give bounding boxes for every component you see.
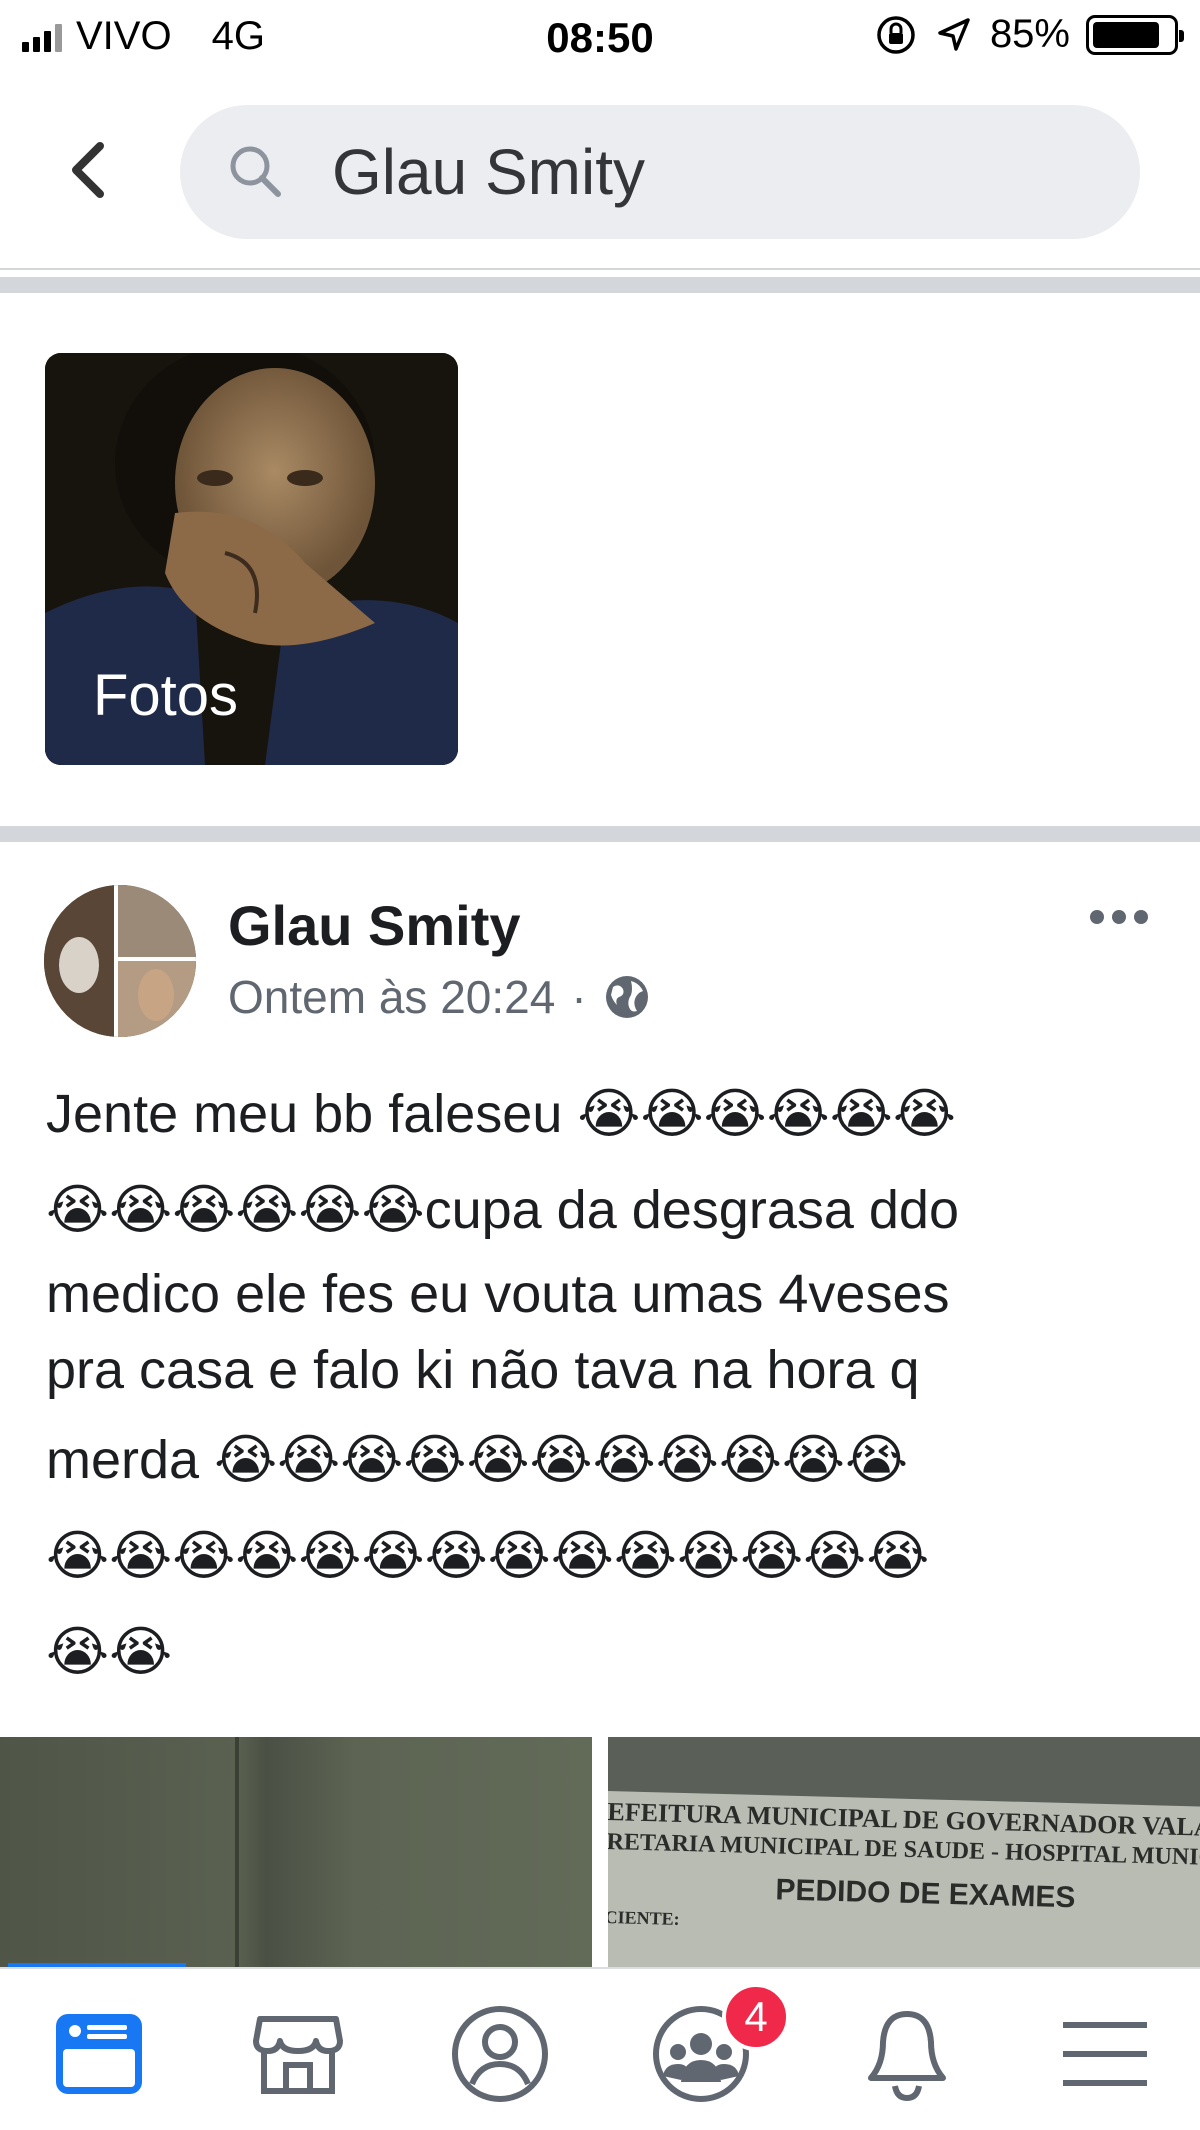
post-text-line: Jente meu bb faleseu 😭😭😭😭😭😭 [46, 1084, 956, 1144]
divider [0, 277, 1200, 293]
document-image: EFEITURA MUNICIPAL DE GOVERNADOR VALADAR… [608, 1791, 1200, 1967]
battery-percent: 85% [989, 12, 1070, 56]
search-query: Glau Smity [332, 136, 645, 208]
tab-menu[interactable] [1050, 1999, 1160, 2109]
groups-badge: 4 [722, 1983, 790, 2051]
post-image[interactable]: EFEITURA MUNICIPAL DE GOVERNADOR VALADAR… [608, 1737, 1200, 1967]
doc-text: PEDIDO DE EXAMES [775, 1873, 1076, 1915]
post-text-line: 😭😭😭😭😭😭cupa da desgrasa ddo [46, 1180, 959, 1240]
more-options-button[interactable] [1090, 910, 1148, 924]
tab-profile[interactable] [445, 1999, 555, 2109]
post-text-line: 😭😭 [46, 1622, 173, 1682]
battery-icon [1086, 14, 1184, 55]
image-seam [235, 1737, 239, 1967]
post-text-line: medico ele fes eu vouta umas 4veses [46, 1264, 950, 1324]
post-text: Jente meu bb faleseu 😭😭😭😭😭😭 😭😭😭😭😭😭cupa d… [46, 1075, 1156, 1691]
avatar[interactable] [44, 885, 196, 1037]
search-icon [230, 146, 281, 197]
marketplace-icon [253, 2016, 343, 2094]
orientation-lock-icon [877, 15, 915, 54]
news-feed-icon [56, 2014, 142, 2094]
profile-icon [452, 2006, 548, 2102]
menu-icon [1063, 2022, 1147, 2086]
post-text-line: pra casa e falo ki não tava na hora q [46, 1340, 920, 1400]
meta-separator: · [571, 971, 587, 1023]
doc-text: CIENTE: [608, 1906, 680, 1929]
globe-icon [605, 976, 648, 1018]
search-input[interactable]: Glau Smity [180, 105, 1140, 239]
tab-notifications[interactable] [852, 1999, 962, 2109]
search-header: Glau Smity [0, 100, 1200, 240]
bell-icon [868, 2011, 946, 2102]
post-timestamp[interactable]: Ontem às 20:24 [228, 970, 555, 1024]
tab-news-feed[interactable] [44, 1999, 154, 2109]
location-icon [938, 17, 970, 51]
back-button[interactable] [58, 135, 118, 205]
post-text-line: merda 😭😭😭😭😭😭😭😭😭😭😭 [46, 1430, 909, 1490]
post-meta: Ontem às 20:24 · [228, 970, 651, 1024]
divider [0, 826, 1200, 842]
tab-marketplace[interactable] [243, 1999, 353, 2109]
post-text-line: 😭😭😭😭😭😭😭😭😭😭😭😭😭😭 [46, 1526, 930, 1586]
avatar-image [44, 885, 196, 1037]
post-author[interactable]: Glau Smity [228, 893, 521, 958]
chevron-left-icon [72, 142, 104, 198]
photos-tile[interactable]: Fotos [45, 353, 458, 765]
status-bar: VIVO 4G 08:50 85% [0, 0, 1200, 76]
divider [0, 268, 1200, 270]
bottom-navigation: 4 [0, 1967, 1200, 2130]
photos-label: Fotos [93, 663, 239, 728]
post-image[interactable] [0, 1737, 592, 1967]
